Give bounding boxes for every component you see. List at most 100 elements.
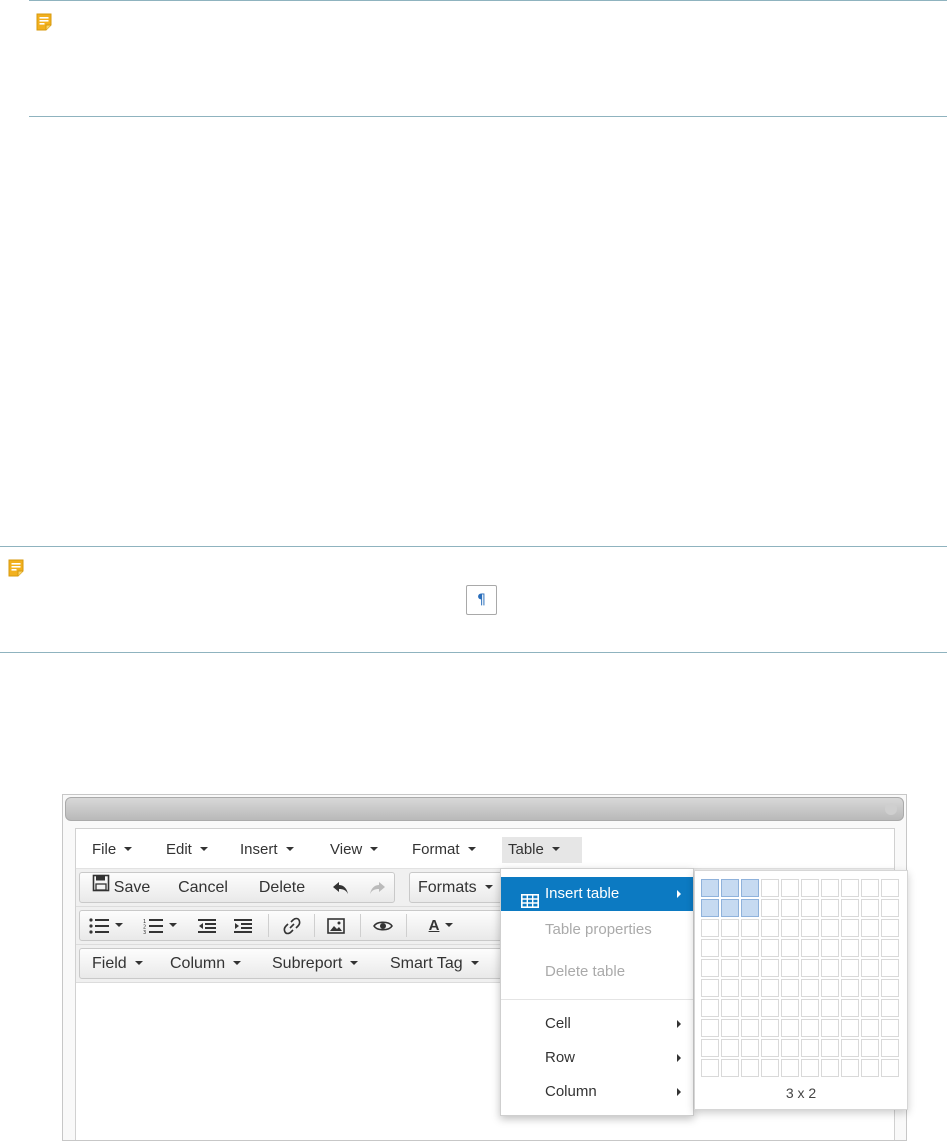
grid-cell[interactable] bbox=[741, 919, 759, 937]
grid-cell[interactable] bbox=[781, 1019, 799, 1037]
grid-cell[interactable] bbox=[721, 959, 739, 977]
grid-cell[interactable] bbox=[821, 959, 839, 977]
grid-cell[interactable] bbox=[701, 879, 719, 897]
grid-cell[interactable] bbox=[821, 979, 839, 997]
grid-cell[interactable] bbox=[781, 999, 799, 1017]
undo-button[interactable] bbox=[326, 873, 356, 902]
grid-cell[interactable] bbox=[861, 919, 879, 937]
grid-cell[interactable] bbox=[821, 879, 839, 897]
grid-cell[interactable] bbox=[861, 979, 879, 997]
grid-cell[interactable] bbox=[881, 899, 899, 917]
smart-tag-dropdown[interactable]: Smart Tag bbox=[390, 949, 502, 978]
grid-cell[interactable] bbox=[861, 999, 879, 1017]
grid-cell[interactable] bbox=[761, 919, 779, 937]
grid-cell[interactable] bbox=[701, 999, 719, 1017]
grid-cell[interactable] bbox=[761, 1019, 779, 1037]
grid-cell[interactable] bbox=[741, 979, 759, 997]
grid-cell[interactable] bbox=[741, 1059, 759, 1077]
grid-cell[interactable] bbox=[801, 899, 819, 917]
grid-cell[interactable] bbox=[781, 979, 799, 997]
menu-file[interactable]: File bbox=[86, 837, 138, 863]
grid-cell[interactable] bbox=[801, 999, 819, 1017]
grid-cell[interactable] bbox=[881, 999, 899, 1017]
grid-cell[interactable] bbox=[781, 1039, 799, 1057]
grid-cell[interactable] bbox=[821, 939, 839, 957]
grid-cell[interactable] bbox=[821, 919, 839, 937]
grid-cell[interactable] bbox=[821, 1039, 839, 1057]
link-button[interactable] bbox=[276, 911, 308, 940]
grid-cell[interactable] bbox=[721, 919, 739, 937]
grid-cell[interactable] bbox=[721, 899, 739, 917]
grid-cell[interactable] bbox=[841, 919, 859, 937]
grid-cell[interactable] bbox=[861, 1039, 879, 1057]
column-dropdown[interactable]: Column bbox=[170, 949, 262, 978]
grid-cell[interactable] bbox=[761, 999, 779, 1017]
grid-cell[interactable] bbox=[741, 959, 759, 977]
redo-button[interactable] bbox=[362, 873, 392, 902]
grid-cell[interactable] bbox=[801, 1039, 819, 1057]
grid-cell[interactable] bbox=[781, 919, 799, 937]
image-button[interactable] bbox=[320, 911, 352, 940]
grid-cell[interactable] bbox=[701, 1039, 719, 1057]
grid-cell[interactable] bbox=[881, 979, 899, 997]
grid-cell[interactable] bbox=[761, 879, 779, 897]
grid-cell[interactable] bbox=[721, 1039, 739, 1057]
grid-cell[interactable] bbox=[841, 959, 859, 977]
grid-cell[interactable] bbox=[721, 879, 739, 897]
grid-cell[interactable] bbox=[841, 939, 859, 957]
menu-item-cell[interactable]: Cell bbox=[501, 1007, 693, 1041]
grid-cell[interactable] bbox=[881, 939, 899, 957]
grid-cell[interactable] bbox=[781, 1059, 799, 1077]
formats-dropdown[interactable]: Formats bbox=[418, 873, 504, 902]
save-button[interactable]: Save bbox=[86, 873, 156, 902]
grid-cell[interactable] bbox=[881, 919, 899, 937]
grid-cell[interactable] bbox=[721, 939, 739, 957]
grid-cell[interactable] bbox=[781, 899, 799, 917]
bullet-list-button[interactable] bbox=[84, 911, 128, 940]
show-blocks-button[interactable]: ¶ bbox=[466, 585, 497, 615]
grid-cell[interactable] bbox=[701, 899, 719, 917]
grid-cell[interactable] bbox=[701, 959, 719, 977]
grid-cell[interactable] bbox=[881, 1039, 899, 1057]
grid-cell[interactable] bbox=[721, 1019, 739, 1037]
grid-cell[interactable] bbox=[821, 1019, 839, 1037]
grid-cell[interactable] bbox=[841, 1039, 859, 1057]
grid-cell[interactable] bbox=[761, 1059, 779, 1077]
grid-cell[interactable] bbox=[761, 899, 779, 917]
indent-button[interactable] bbox=[228, 911, 258, 940]
grid-cell[interactable] bbox=[781, 959, 799, 977]
grid-cell[interactable] bbox=[861, 939, 879, 957]
menu-item-insert-table[interactable]: Insert table bbox=[501, 877, 693, 911]
grid-cell[interactable] bbox=[741, 899, 759, 917]
grid-cell[interactable] bbox=[701, 1059, 719, 1077]
grid-cell[interactable] bbox=[861, 1019, 879, 1037]
grid-cell[interactable] bbox=[801, 1059, 819, 1077]
grid-cell[interactable] bbox=[741, 879, 759, 897]
grid-cell[interactable] bbox=[881, 1059, 899, 1077]
grid-cell[interactable] bbox=[841, 999, 859, 1017]
grid-cell[interactable] bbox=[841, 979, 859, 997]
field-dropdown[interactable]: Field bbox=[92, 949, 156, 978]
grid-cell[interactable] bbox=[701, 919, 719, 937]
grid-cell[interactable] bbox=[701, 939, 719, 957]
grid-cell[interactable] bbox=[841, 879, 859, 897]
grid-cell[interactable] bbox=[741, 999, 759, 1017]
grid-cell[interactable] bbox=[801, 979, 819, 997]
numbered-list-button[interactable]: 123 bbox=[138, 911, 182, 940]
grid-cell[interactable] bbox=[761, 959, 779, 977]
grid-cell[interactable] bbox=[821, 999, 839, 1017]
grid-cell[interactable] bbox=[701, 979, 719, 997]
grid-cell[interactable] bbox=[781, 879, 799, 897]
grid-cell[interactable] bbox=[801, 919, 819, 937]
close-icon[interactable] bbox=[885, 803, 897, 815]
grid-cell[interactable] bbox=[701, 1019, 719, 1037]
menu-item-row[interactable]: Row bbox=[501, 1041, 693, 1075]
grid-cell[interactable] bbox=[721, 999, 739, 1017]
grid-cell[interactable] bbox=[821, 899, 839, 917]
menu-table[interactable]: Table bbox=[502, 837, 582, 863]
grid-cell[interactable] bbox=[861, 1059, 879, 1077]
grid-cell[interactable] bbox=[801, 1019, 819, 1037]
cancel-button[interactable]: Cancel bbox=[168, 873, 238, 902]
grid-cell[interactable] bbox=[861, 879, 879, 897]
grid-cell[interactable] bbox=[841, 1059, 859, 1077]
